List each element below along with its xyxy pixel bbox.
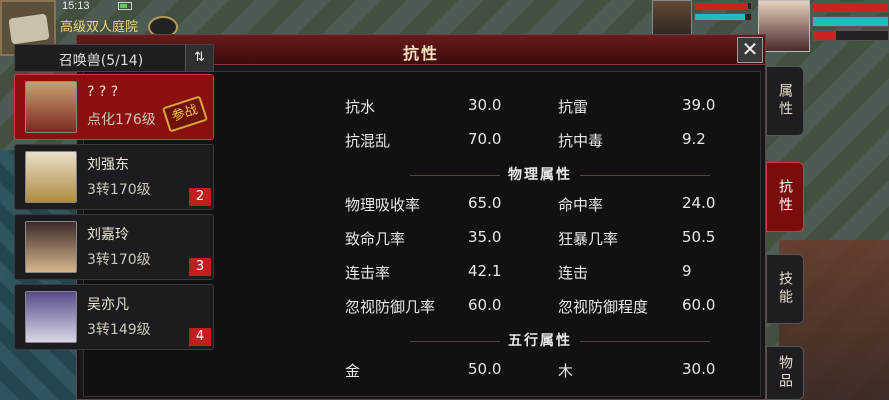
pet-avatar (25, 291, 77, 343)
stat-label: 忽视防御几率 (345, 298, 436, 316)
close-button[interactable]: ✕ (737, 37, 763, 63)
player-hp-bar (812, 2, 889, 13)
pet-name: 刘嘉玲 (87, 227, 129, 243)
section-header-element: 五行属性 (340, 330, 740, 360)
location-name: 高级双人庭院 (60, 19, 139, 34)
stat-value: 24.0 (682, 194, 716, 212)
stat-label: 抗混乱 (345, 132, 391, 150)
stat-value: 50.5 (682, 228, 716, 246)
stat-row: 金 50.0 木 30.0 (340, 360, 740, 394)
pet-avatar (25, 151, 77, 203)
summon-count-label: 召唤兽(5/14) (58, 53, 144, 69)
pet-avatar (25, 81, 77, 133)
stat-value: 60.0 (468, 296, 502, 314)
stats-table: 抗水 30.0 抗雷 39.0 抗混乱 70.0 抗中毒 9.2 物理属性 物理… (340, 96, 740, 394)
pet-index-badge: 3 (189, 258, 211, 276)
tab-items[interactable]: 物品 (766, 346, 804, 400)
stat-label: 抗雷 (558, 98, 589, 116)
summon-dropdown[interactable]: 召唤兽(5/14) ⇅ (14, 44, 214, 72)
pet-list: ? ? ? 点化176级 参战 刘强东 3转170级 2 刘嘉玲 3转170级 … (14, 74, 216, 400)
player-anger-bar (812, 30, 889, 41)
hp-bar (694, 2, 752, 10)
stat-row: 忽视防御几率 60.0 忽视防御程度 60.0 (340, 296, 740, 330)
pet-name: ? ? ? (87, 84, 119, 100)
stat-label: 致命几率 (345, 230, 406, 248)
pet-status-bars (694, 2, 752, 32)
pet-name: 吴亦凡 (87, 297, 129, 313)
pet-list-item[interactable]: 吴亦凡 3转149级 4 (14, 284, 214, 350)
clock: 15:13 (62, 0, 90, 12)
pet-list-item[interactable]: 刘强东 3转170级 2 (14, 144, 214, 210)
stat-label: 木 (558, 362, 574, 380)
pet-level: 3转170级 (87, 252, 151, 268)
stat-value: 50.0 (468, 360, 502, 378)
pet-level: 3转149级 (87, 322, 151, 338)
stat-label: 连击 (558, 264, 589, 282)
section-title: 物理属性 (500, 167, 580, 183)
pet-level: 3转170级 (87, 182, 151, 198)
stat-row: 致命几率 35.0 狂暴几率 50.5 (340, 228, 740, 262)
stat-label: 忽视防御程度 (558, 298, 649, 316)
stat-value: 70.0 (468, 130, 502, 148)
stat-label: 物理吸收率 (345, 196, 421, 214)
section-title: 五行属性 (500, 333, 580, 349)
pet-avatar (25, 221, 77, 273)
stat-row: 连击率 42.1 连击 9 (340, 262, 740, 296)
stat-label: 抗中毒 (558, 132, 604, 150)
stat-value: 39.0 (682, 96, 716, 114)
stat-label: 命中率 (558, 196, 604, 214)
stat-value: 60.0 (682, 296, 716, 314)
player-mp-bar (812, 16, 889, 27)
stat-value: 30.0 (682, 360, 716, 378)
pet-list-item[interactable]: 刘嘉玲 3转170级 3 (14, 214, 214, 280)
mp-bar (694, 13, 752, 21)
stat-value: 30.0 (468, 96, 502, 114)
tab-attributes[interactable]: 属性 (766, 66, 804, 136)
stat-row: 抗混乱 70.0 抗中毒 9.2 (340, 130, 740, 164)
player-status-bars (812, 2, 889, 50)
stat-value: 42.1 (468, 262, 502, 280)
pet-level: 点化176级 (87, 112, 156, 128)
stat-row: 物理吸收率 65.0 命中率 24.0 (340, 194, 740, 228)
stat-value: 9 (682, 262, 692, 280)
stat-row: 抗水 30.0 抗雷 39.0 (340, 96, 740, 130)
stat-label: 抗水 (345, 98, 376, 116)
scroll-icon (8, 13, 50, 45)
pet-name: 刘强东 (87, 157, 129, 173)
tab-skills[interactable]: 技能 (766, 254, 804, 324)
section-header-physical: 物理属性 (340, 164, 740, 194)
pet-index-badge: 2 (189, 188, 211, 206)
stat-label: 连击率 (345, 264, 391, 282)
tab-resistance[interactable]: 抗性 (766, 162, 804, 232)
stat-value: 9.2 (682, 130, 706, 148)
pet-list-item[interactable]: ? ? ? 点化176级 参战 (14, 74, 214, 140)
sort-icon[interactable]: ⇅ (185, 45, 213, 71)
battery-icon (118, 2, 132, 10)
pet-index-badge: 4 (189, 328, 211, 346)
stat-label: 狂暴几率 (558, 230, 619, 248)
pet-portrait[interactable] (652, 0, 692, 36)
battle-stamp: 参战 (161, 95, 209, 133)
stat-label: 金 (345, 362, 361, 380)
stat-value: 65.0 (468, 194, 502, 212)
stat-value: 35.0 (468, 228, 502, 246)
